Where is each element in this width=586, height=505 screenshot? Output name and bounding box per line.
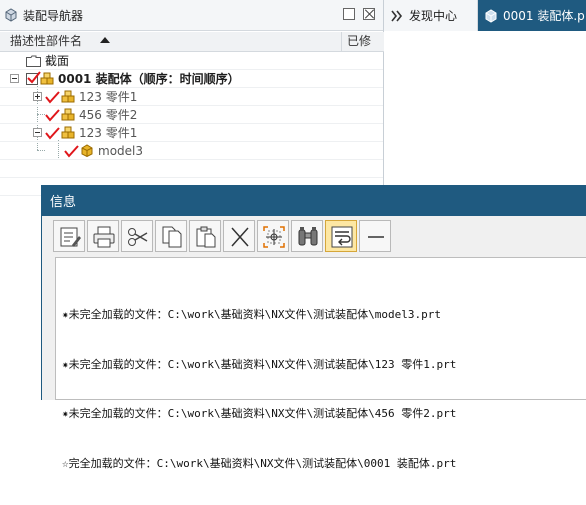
collapse-icon[interactable] xyxy=(10,74,19,83)
cut-button[interactable] xyxy=(121,220,153,252)
delete-button[interactable] xyxy=(223,220,255,252)
tree-row-component[interactable]: 456 零件2 xyxy=(0,106,383,124)
tab-discover[interactable]: 发现中心 xyxy=(384,0,478,31)
tree-label: 123 零件1 xyxy=(79,90,138,104)
info-text-lines: ✷未完全加载的文件：C:\work\基础资料\NX文件\测试装配体\model3… xyxy=(62,274,456,505)
fit-button[interactable] xyxy=(257,220,289,252)
wrap-icon xyxy=(331,226,353,248)
info-line: ✷未完全加载的文件：C:\work\基础资料\NX文件\测试装配体\456 零件… xyxy=(62,407,457,420)
checkbox[interactable] xyxy=(26,70,41,85)
tree-row-component[interactable]: 123 零件1 xyxy=(0,124,383,142)
tree-label: 截面 xyxy=(45,54,70,68)
cut-icon xyxy=(128,228,148,246)
paste-button[interactable] xyxy=(189,220,221,252)
sort-ascending-icon xyxy=(100,37,110,43)
maximize-button[interactable] xyxy=(343,8,355,20)
copy-button[interactable] xyxy=(155,220,187,252)
assembly-icon xyxy=(40,72,54,85)
print-button[interactable] xyxy=(87,220,119,252)
info-dialog: 信息 ✷未完全加载的文件：C:\work\基础资料\NX文件\测试装配体\mod… xyxy=(41,185,586,470)
check-icon[interactable] xyxy=(64,144,79,158)
tree-row-part[interactable]: model3 xyxy=(0,142,383,160)
minimize-icon xyxy=(368,236,384,238)
check-icon[interactable] xyxy=(45,90,60,104)
find-button[interactable] xyxy=(291,220,323,252)
info-dialog-title: 信息 xyxy=(50,195,77,210)
minimize-button[interactable] xyxy=(359,220,391,252)
navigator-title-bar: 装配导航器 xyxy=(0,0,383,31)
tree-row-empty xyxy=(0,160,383,178)
info-line: ✷未完全加载的文件：C:\work\基础资料\NX文件\测试装配体\123 零件… xyxy=(62,357,457,371)
assembly-navigator-icon xyxy=(4,8,18,22)
save-icon xyxy=(60,227,81,247)
copy-icon xyxy=(162,226,182,248)
tab-assembly[interactable]: 0001 装配体.p xyxy=(478,0,586,31)
wrap-button[interactable] xyxy=(325,220,357,252)
column-header-name[interactable]: 描述性部件名 xyxy=(0,32,342,51)
info-line: ☆完全加载的文件：C:\work\基础资料\NX文件\测试装配体\0001 装配… xyxy=(62,456,457,470)
tree-row-section[interactable]: 截面 xyxy=(0,52,383,70)
info-toolbar xyxy=(42,216,586,256)
info-text-area[interactable]: ✷未完全加载的文件：C:\work\基础资料\NX文件\测试装配体\model3… xyxy=(55,257,586,470)
paste-icon xyxy=(196,226,216,248)
tree-label: 123 零件1 xyxy=(79,126,138,140)
tree-label: 456 零件2 xyxy=(79,108,138,122)
assembly-icon xyxy=(61,90,75,103)
tree-row-component[interactable]: 123 零件1 xyxy=(0,88,383,106)
check-icon[interactable] xyxy=(45,126,60,140)
navigator-title: 装配导航器 xyxy=(23,8,84,23)
assembly-icon xyxy=(61,126,75,139)
save-button[interactable] xyxy=(53,220,85,252)
folder-icon xyxy=(26,55,41,67)
check-icon[interactable] xyxy=(45,108,60,122)
expand-icon[interactable] xyxy=(33,92,42,101)
document-tab-strip: 发现中心 0001 装配体.p xyxy=(384,0,586,31)
delete-icon xyxy=(231,227,249,247)
part-icon xyxy=(80,144,94,158)
assembly-icon xyxy=(484,8,498,23)
info-dialog-title-bar[interactable]: 信息 xyxy=(42,185,586,216)
assembly-icon xyxy=(61,108,75,121)
info-line: ✷未完全加载的文件：C:\work\基础资料\NX文件\测试装配体\model3… xyxy=(62,308,441,321)
column-header-modified[interactable]: 已修 xyxy=(342,32,384,51)
tree-label: model3 xyxy=(98,143,143,158)
fit-icon xyxy=(263,226,285,248)
discover-icon xyxy=(390,9,404,23)
tree-row-root-assembly[interactable]: 0001 装配体（顺序：时间顺序） xyxy=(0,70,383,88)
collapse-icon[interactable] xyxy=(33,128,42,137)
navigator-column-header: 描述性部件名 已修 xyxy=(0,32,384,52)
navigator-tree: 截面 0001 装配体（顺序：时间顺序） 123 零件1 456 零件2 123… xyxy=(0,52,383,196)
tree-label: 0001 装配体（顺序：时间顺序） xyxy=(58,72,240,86)
print-icon xyxy=(93,226,115,248)
find-icon xyxy=(298,227,318,246)
close-button[interactable] xyxy=(363,8,375,20)
